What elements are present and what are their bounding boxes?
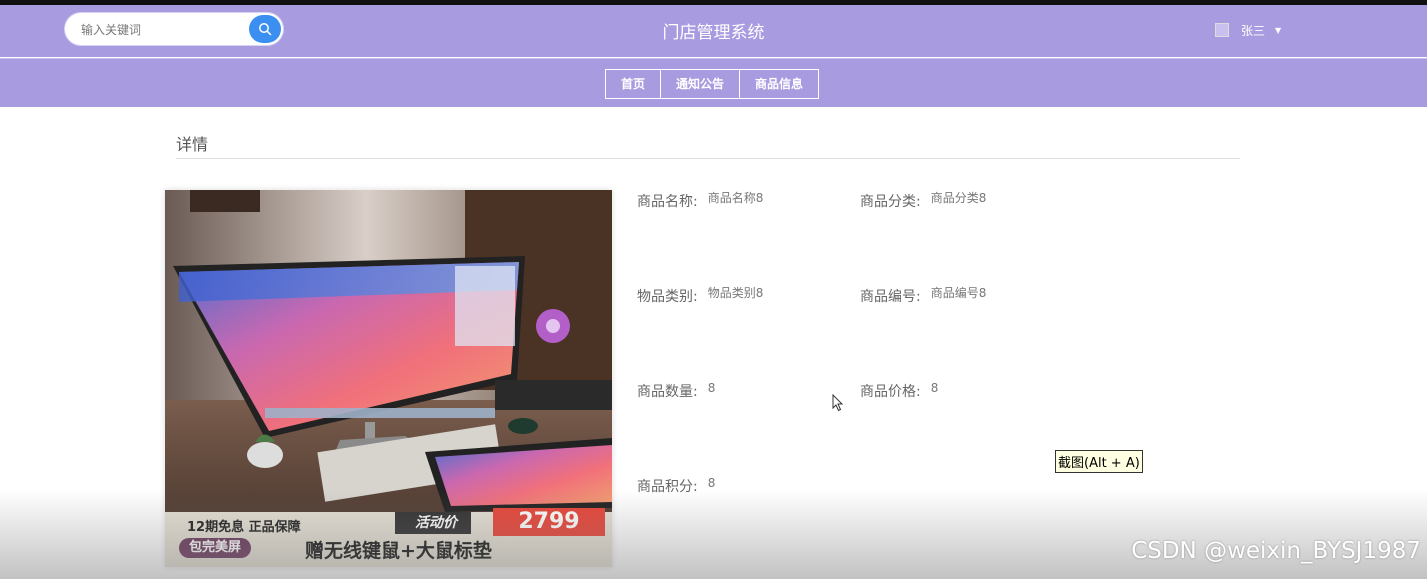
field-product-category: 商品分类: 商品分类8	[860, 191, 986, 211]
field-label: 商品价格:	[860, 384, 921, 400]
app-title: 门店管理系统	[662, 23, 765, 43]
mouse-cursor-icon	[832, 394, 844, 412]
field-label: 商品名称:	[637, 194, 698, 210]
field-product-points: 商品积分: 8	[637, 476, 715, 496]
field-item-type: 物品类别: 物品类别8	[637, 286, 763, 306]
field-product-price: 商品价格: 8	[860, 381, 938, 401]
field-value: 8	[930, 381, 939, 395]
field-value: 8	[707, 476, 716, 490]
nav-bar: 首页 通知公告 商品信息	[0, 58, 1427, 107]
nav-item-products[interactable]: 商品信息	[739, 69, 820, 99]
product-banner-installment: 12期免息 正品保障	[187, 520, 301, 535]
field-product-code: 商品编号: 商品编号8	[860, 286, 986, 306]
field-product-name: 商品名称: 商品名称8	[637, 191, 763, 211]
nav-menu: 首页 通知公告 商品信息	[605, 69, 820, 99]
watermark: CSDN @weixin_BYSJ1987	[1131, 538, 1421, 564]
field-value: 商品编号8	[930, 286, 987, 300]
nav-item-home[interactable]: 首页	[605, 69, 662, 99]
caret-down-icon: ▼	[1275, 25, 1282, 35]
section-title: 详情	[176, 135, 209, 154]
field-value: 商品名称8	[707, 191, 764, 205]
field-value: 商品分类8	[930, 191, 987, 205]
user-menu[interactable]: 张三 ▼	[1215, 20, 1281, 40]
product-banner-promo: 活动价	[395, 512, 471, 534]
divider	[176, 158, 1240, 159]
field-label: 商品分类:	[860, 194, 921, 210]
product-banner-price: 2799	[493, 508, 605, 536]
field-label: 商品数量:	[637, 384, 698, 400]
product-image: 12期免息 正品保障 活动价 2799 包完美屏 赠无线键鼠+大鼠标垫	[165, 190, 612, 567]
user-name: 张三	[1241, 23, 1266, 38]
field-label: 商品编号:	[860, 289, 921, 305]
field-product-quantity: 商品数量: 8	[637, 381, 715, 401]
nav-item-notices[interactable]: 通知公告	[660, 69, 741, 99]
field-label: 物品类别:	[637, 289, 698, 305]
product-banner-gift: 赠无线键鼠+大鼠标垫	[305, 540, 492, 562]
product-banner-badge: 包完美屏	[179, 538, 252, 558]
header-bar: 门店管理系统 张三 ▼	[0, 5, 1427, 57]
screenshot-tooltip: 截图(Alt + A)	[1055, 450, 1143, 473]
field-label: 商品积分:	[637, 479, 698, 495]
field-value: 8	[707, 381, 716, 395]
field-value: 物品类别8	[707, 286, 764, 300]
avatar	[1215, 23, 1229, 37]
